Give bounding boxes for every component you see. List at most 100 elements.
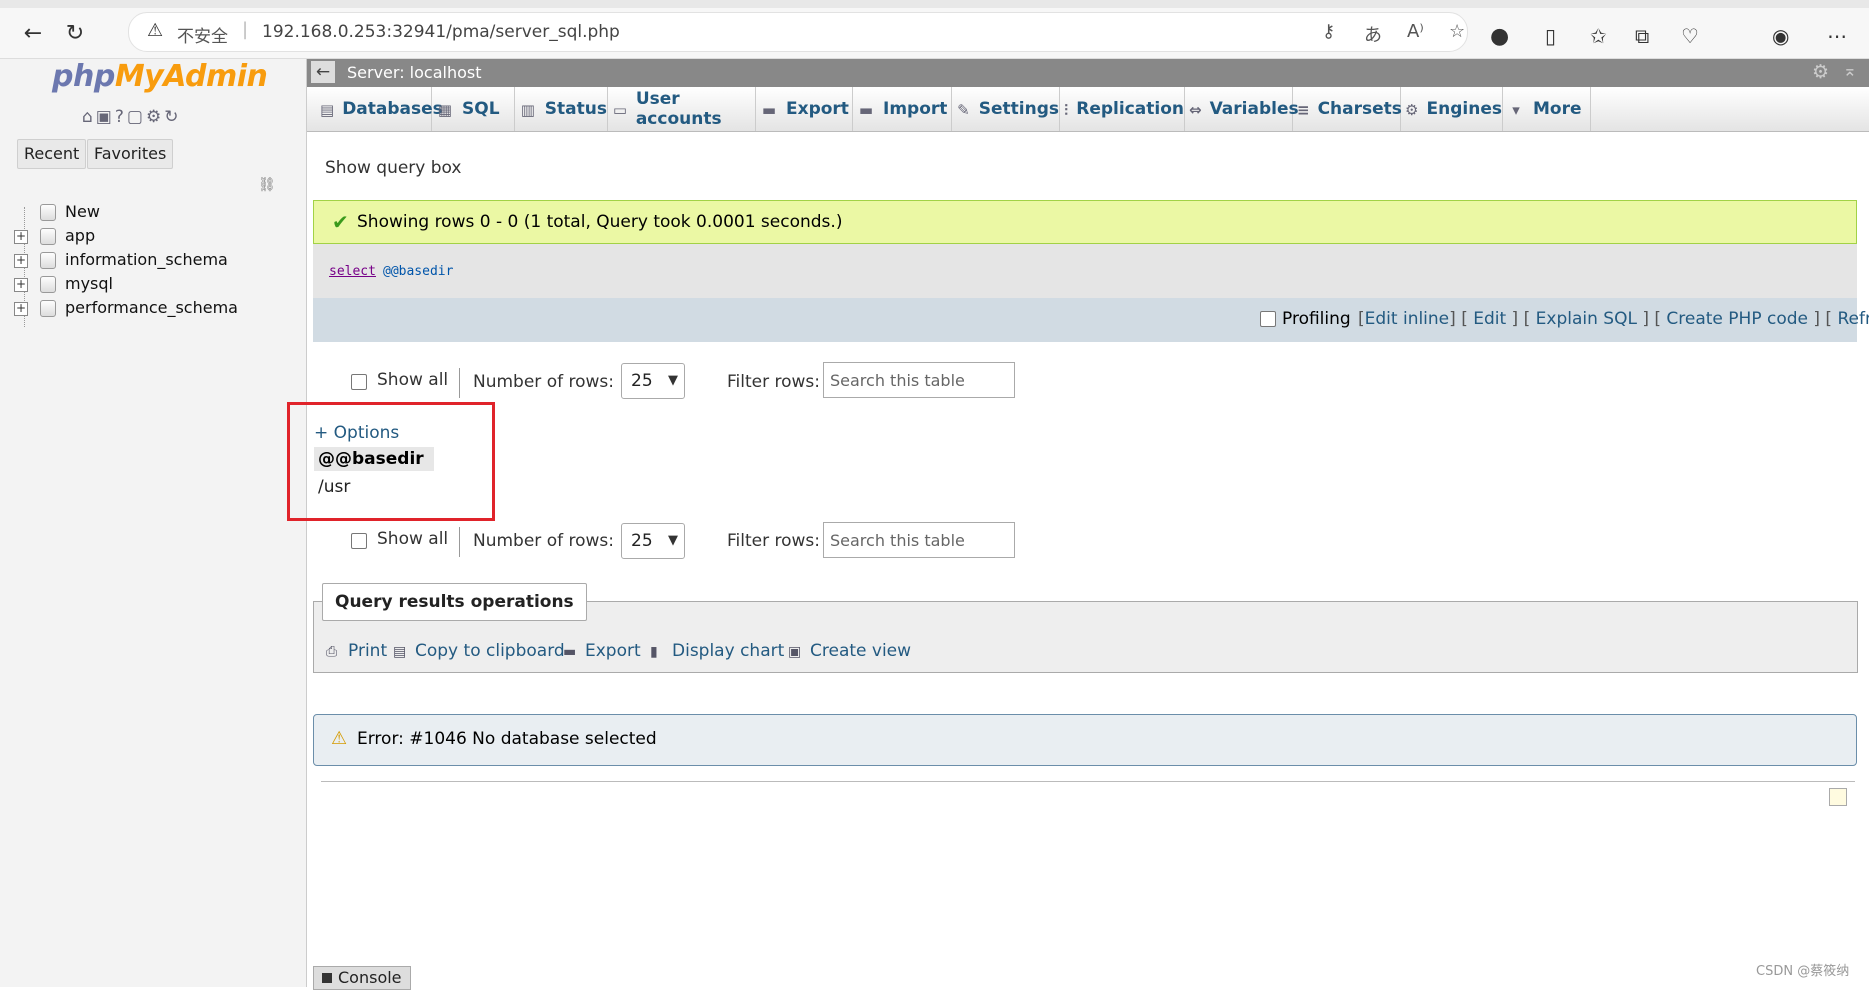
show-all-checkbox[interactable] [351, 374, 367, 390]
gear-icon[interactable]: ⚙ [1812, 61, 1829, 83]
rows-per-page-select-bottom[interactable]: 25 ▼ [621, 523, 685, 559]
favorites-icon[interactable]: ✩ [1590, 24, 1607, 48]
url-text[interactable]: 192.168.0.253:32941/pma/server_sql.php [262, 22, 620, 42]
console-tab[interactable]: Console [313, 966, 411, 990]
divider [459, 368, 460, 398]
caret-down-icon: ▾ [1512, 101, 1520, 119]
copy-to-clipboard-link[interactable]: ▤ Copy to clipboard [393, 641, 565, 661]
collapse-icon[interactable]: ⌅ [1843, 61, 1857, 81]
result-cell[interactable]: /usr [318, 477, 350, 497]
reload-icon[interactable]: ↻ [58, 18, 92, 48]
status-icon: ▥ [520, 101, 535, 119]
charsets-icon: ≡ [1297, 101, 1310, 119]
tab-more[interactable]: ▾ More [1503, 87, 1591, 131]
tab-status[interactable]: ▥ Status [515, 87, 608, 131]
database-icon: ▤ [320, 101, 335, 119]
read-aloud-icon[interactable]: A⁾ [1407, 21, 1424, 42]
extension-circle-icon[interactable]: ● [1490, 24, 1509, 49]
print-link[interactable]: ⎙ Print [326, 641, 387, 661]
key-icon[interactable]: ⚷ [1322, 21, 1335, 42]
link-icon[interactable]: ⛓ [258, 177, 276, 193]
tab-export[interactable]: ▬ Export [756, 87, 853, 131]
console-icon [322, 973, 332, 983]
recent-tab[interactable]: Recent [17, 139, 87, 169]
options-toggle-link[interactable]: + Options [314, 423, 399, 443]
warning-icon: ⚠ [147, 20, 164, 41]
show-query-box-link[interactable]: Show query box [325, 158, 461, 178]
sidebar-quick-icons[interactable]: ⌂▣?▢⚙↻ [82, 107, 181, 127]
print-icon: ⎙ [326, 644, 338, 660]
rows-per-page-select[interactable]: 25 ▼ [621, 363, 685, 399]
expand-icon[interactable]: + [14, 302, 28, 316]
profiling-checkbox[interactable] [1260, 311, 1276, 327]
new-database-icon [40, 204, 56, 221]
tab-engines[interactable]: ⚙ Engines [1401, 87, 1503, 131]
expand-icon[interactable]: + [14, 230, 28, 244]
help-icon[interactable]: ? [115, 107, 127, 127]
edit-inline-link[interactable]: Edit inline [1365, 309, 1450, 329]
tab-variables[interactable]: ⇔ Variables [1185, 87, 1299, 131]
filter-rows-input-bottom[interactable]: Search this table [823, 522, 1015, 558]
expand-icon[interactable]: + [14, 278, 28, 292]
import-icon: ▬ [858, 101, 874, 119]
show-all-checkbox-bottom[interactable] [351, 533, 367, 549]
server-breadcrumb-bar: ← Server: localhost ⚙ ⌅ [307, 59, 1869, 87]
docs-icon[interactable]: ▢ [127, 107, 146, 127]
sql-query-display: select @@basedir [313, 244, 1857, 298]
export-icon: ▬ [761, 101, 777, 119]
wrench-icon: ✎ [957, 101, 970, 119]
divider [321, 781, 1855, 782]
filter-rows-input[interactable]: Search this table [823, 362, 1015, 398]
engines-icon: ⚙ [1405, 101, 1419, 119]
address-bar[interactable]: ⚠ 不安全 | 192.168.0.253:32941/pma/server_s… [128, 12, 1468, 52]
tab-sql[interactable]: ▦ SQL [432, 87, 515, 131]
translate-icon[interactable]: あ [1364, 21, 1382, 47]
back-arrow-icon[interactable]: ← [16, 18, 50, 48]
tab-import[interactable]: ▬ Import [853, 87, 952, 131]
sql-keyword[interactable]: select [329, 264, 376, 279]
browser-toolbar: ← ↻ ⚠ 不安全 | 192.168.0.253:32941/pma/serv… [0, 8, 1869, 59]
collapse-sidebar-arrow-icon[interactable]: ← [311, 61, 335, 83]
favorite-star-icon[interactable]: ☆ [1449, 21, 1465, 42]
profile-avatar-icon[interactable]: ◉ [1772, 24, 1789, 48]
database-icon [40, 252, 56, 269]
phpmyadmin-logo[interactable]: phpMyAdmin [52, 59, 268, 94]
tab-replication[interactable]: ⫶ Replication [1060, 87, 1185, 131]
number-of-rows-label: Number of rows: [473, 372, 614, 392]
home-icon[interactable]: ⌂ [82, 107, 96, 127]
sql-variable: @@basedir [383, 264, 454, 279]
server-label[interactable]: Server: localhost [347, 63, 481, 82]
filter-rows-label: Filter rows: [727, 372, 821, 392]
tab-charsets[interactable]: ≡ Charsets [1293, 87, 1402, 131]
column-header[interactable]: @@basedir [314, 447, 434, 471]
tab-settings[interactable]: ✎ Settings [952, 87, 1060, 131]
health-icon[interactable]: ♡ [1681, 24, 1699, 48]
edit-link[interactable]: Edit [1473, 309, 1506, 329]
url-separator: | [242, 19, 249, 40]
create-view-link[interactable]: ▣ Create view [788, 641, 911, 661]
refresh-icon[interactable]: ↻ [164, 107, 181, 127]
variables-icon: ⇔ [1189, 101, 1202, 119]
chart-icon: ▮ [650, 644, 658, 660]
watermark: CSDN @蔡筱纳 [1756, 964, 1850, 979]
expand-icon[interactable]: + [14, 254, 28, 268]
tab-user-accounts[interactable]: ▭ User accounts [608, 87, 756, 131]
export-link[interactable]: ▬ Export [563, 641, 641, 661]
query-tools-bar: Profiling [Edit inline] [ Edit ] [ Expla… [313, 298, 1869, 342]
divider [459, 527, 460, 557]
explain-sql-link[interactable]: Explain SQL [1536, 309, 1637, 329]
warning-icon: ⚠ [331, 728, 348, 749]
display-chart-link[interactable]: ▮ Display chart [650, 641, 784, 661]
split-screen-icon[interactable]: ▯ [1545, 24, 1556, 48]
collections-icon[interactable]: ⧉ [1635, 24, 1649, 48]
refresh-link[interactable]: Refresh [1837, 309, 1869, 329]
create-php-code-link[interactable]: Create PHP code [1666, 309, 1808, 329]
query-tool-links: [Edit inline] [ Edit ] [ Explain SQL ] [… [1358, 309, 1869, 329]
more-menu-icon[interactable]: ⋯ [1827, 24, 1847, 48]
security-label: 不安全 [177, 27, 228, 47]
tab-databases[interactable]: ▤ Databases [316, 87, 443, 131]
bookmark-note-icon[interactable] [1829, 788, 1847, 806]
favorites-tab[interactable]: Favorites [87, 139, 174, 169]
settings-gear-icon[interactable]: ⚙ [146, 107, 164, 127]
exit-icon[interactable]: ▣ [96, 107, 115, 127]
